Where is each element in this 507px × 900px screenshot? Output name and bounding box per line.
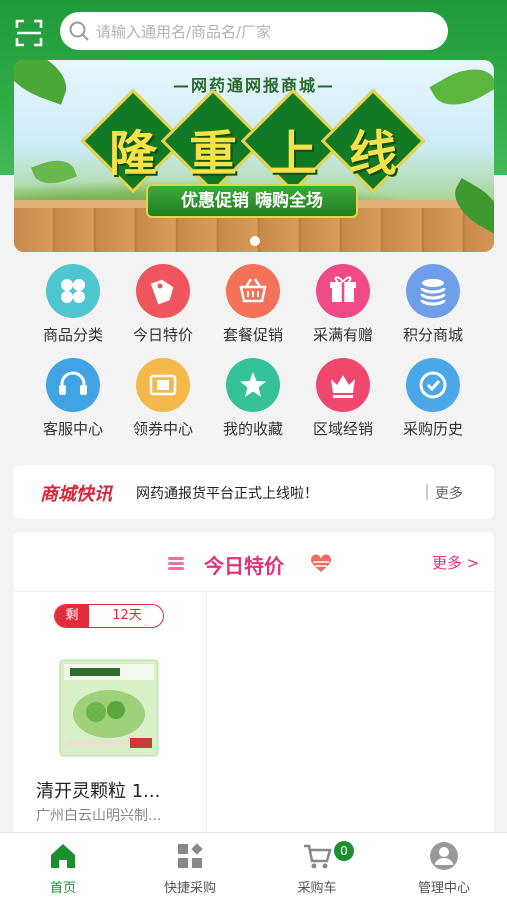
product-name: 清开灵颗粒 1... <box>36 781 161 802</box>
clock-icon <box>406 358 460 412</box>
menu-label: 领券中心 <box>132 420 193 438</box>
section-more-link[interactable]: 更多 > <box>432 552 479 573</box>
banner-title-char: 隆 <box>108 126 157 182</box>
scan-button[interactable] <box>14 18 44 48</box>
menu-item-points-mall[interactable]: 积分商城 <box>388 262 478 346</box>
product-manufacturer: 广州白云山明兴制... <box>36 808 162 824</box>
menu-item-package-promo[interactable]: 套餐促销 <box>208 262 298 346</box>
basket-icon <box>226 264 280 318</box>
banner-title: 隆 重 上 线 <box>80 88 426 194</box>
tab-label: 快捷采购 <box>163 881 216 896</box>
countdown-badge: 剩 12天 <box>54 604 164 628</box>
news-logo: 商城快讯 <box>40 484 112 505</box>
search-input[interactable]: 请输入通用名/商品名/厂家 <box>60 12 448 50</box>
divider <box>206 592 207 842</box>
tab-label: 首页 <box>49 881 76 896</box>
cart-icon <box>304 844 332 869</box>
section-title: 今日特价 <box>204 554 284 578</box>
menu-item-gift[interactable]: 采满有赠 <box>298 262 388 346</box>
grid-icon <box>46 264 100 318</box>
banner-title-char: 上 <box>268 126 317 182</box>
menu-label: 商品分类 <box>42 326 103 344</box>
coins-icon <box>406 264 460 318</box>
bottom-tab-bar: 首页 快捷采购 0 采购车 管理中心 <box>0 832 507 900</box>
menu-label: 采购历史 <box>402 420 463 438</box>
menu-label: 套餐促销 <box>222 326 283 344</box>
home-icon <box>51 844 75 868</box>
gift-icon <box>316 264 370 318</box>
banner-title-char: 线 <box>348 126 397 182</box>
banner-title-char: 重 <box>188 126 237 182</box>
badge-left: 剩 <box>55 605 89 627</box>
headset-icon <box>46 358 100 412</box>
quick-buy-icon <box>178 843 203 868</box>
tab-label: 管理中心 <box>417 881 470 896</box>
heart-decoration-icon <box>310 554 332 572</box>
menu-item-purchase-history[interactable]: 采购历史 <box>388 356 478 440</box>
user-icon <box>430 842 458 870</box>
top-bar: 请输入通用名/商品名/厂家 <box>0 10 507 54</box>
star-icon <box>226 358 280 412</box>
section-header: 今日特价 更多 > <box>14 532 494 592</box>
tab-quick-buy[interactable]: 快捷采购 <box>127 833 253 900</box>
menu-label: 采满有赠 <box>312 326 373 344</box>
menu-label: 我的收藏 <box>222 420 283 438</box>
menu-item-today-special[interactable]: 今日特价 <box>118 262 208 346</box>
tab-home[interactable]: 首页 <box>0 833 126 900</box>
badge-right: 12天 <box>112 608 142 623</box>
search-placeholder: 请输入通用名/商品名/厂家 <box>96 23 272 41</box>
banner-slogan: 优惠促销 嗨购全场 <box>146 184 358 218</box>
banner-subtitle: —网药通网报商城— <box>172 76 335 95</box>
search-icon <box>69 21 89 41</box>
crown-icon <box>316 358 370 412</box>
tab-label: 采购车 <box>297 881 337 896</box>
carousel-indicator[interactable] <box>250 236 260 246</box>
menu-label: 积分商城 <box>402 326 463 344</box>
news-headline[interactable]: 网药通报货平台正式上线啦！ <box>136 483 318 503</box>
news-ticker[interactable]: 商城快讯 网药通报货平台正式上线啦！ 更多 <box>14 465 494 519</box>
tab-cart[interactable]: 0 采购车 <box>254 833 380 900</box>
menu-label: 今日特价 <box>132 326 193 344</box>
today-special-section: 今日特价 更多 > 剩 12天 清开灵颗粒 1... 广州白云山明兴制... <box>14 532 494 842</box>
divider <box>426 484 428 500</box>
cart-count-badge: 0 <box>334 841 354 861</box>
menu-item-coupon[interactable]: 领券中心 <box>118 356 208 440</box>
menu-item-service[interactable]: 客服中心 <box>28 356 118 440</box>
menu-label: 客服中心 <box>42 420 103 438</box>
tag-icon <box>136 264 190 318</box>
menu-item-regional[interactable]: 区域经销 <box>298 356 388 440</box>
news-more-link[interactable]: 更多 <box>435 483 463 503</box>
stripes-decoration-icon <box>168 557 184 570</box>
product-image <box>59 659 159 757</box>
menu-item-category[interactable]: 商品分类 <box>28 262 118 346</box>
menu-item-favorites[interactable]: 我的收藏 <box>208 356 298 440</box>
tab-management[interactable]: 管理中心 <box>381 833 507 900</box>
coupon-icon <box>136 358 190 412</box>
menu-label: 区域经销 <box>312 420 373 438</box>
scan-icon <box>15 19 43 47</box>
promo-banner[interactable]: —网药通网报商城— 隆 重 上 线 优惠促销 嗨购全场 <box>14 60 494 252</box>
